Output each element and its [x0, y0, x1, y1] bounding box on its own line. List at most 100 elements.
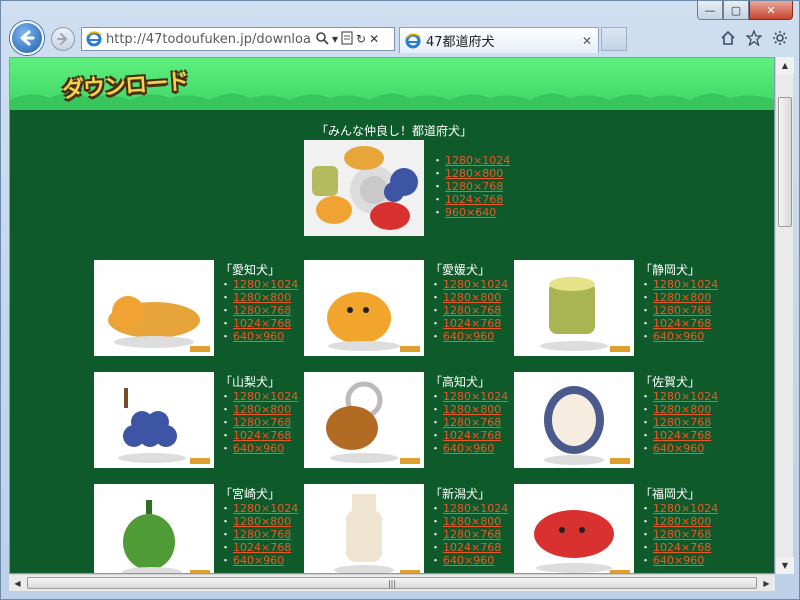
scroll-right-arrow[interactable]: ▶: [758, 575, 775, 591]
resolution-item: ・ 1280×800: [220, 515, 298, 528]
resolution-link[interactable]: 1024×768: [445, 193, 503, 206]
character-image[interactable]: [304, 260, 424, 356]
resolution-link[interactable]: 640×960: [443, 554, 494, 567]
resolution-item: ・ 1280×1024: [220, 502, 298, 515]
settings-gear-icon[interactable]: [771, 29, 789, 47]
resolution-link[interactable]: 1280×800: [443, 291, 501, 304]
resolution-link[interactable]: 1280×1024: [443, 390, 508, 403]
scroll-down-arrow[interactable]: ▼: [776, 557, 794, 574]
character-name: 「新潟犬」: [430, 487, 491, 501]
character-image[interactable]: [514, 484, 634, 573]
resolution-link[interactable]: 1280×1024: [445, 154, 510, 167]
resolution-link[interactable]: 1280×768: [653, 416, 711, 429]
dropdown-icon[interactable]: ▾: [332, 32, 338, 46]
bullet: ・: [640, 429, 651, 442]
resolution-link[interactable]: 1024×768: [443, 429, 501, 442]
address-bar[interactable]: http://47todoufuken.jp/download.h ▾ ↻ ✕: [81, 27, 395, 51]
resolution-link[interactable]: 1280×768: [233, 304, 291, 317]
bullet: ・: [220, 429, 231, 442]
resolution-link[interactable]: 640×960: [443, 330, 494, 343]
resolution-link[interactable]: 1280×768: [443, 304, 501, 317]
url-text[interactable]: http://47todoufuken.jp/download.h: [106, 32, 311, 47]
character-image[interactable]: [94, 372, 214, 468]
featured-wallpaper-image[interactable]: [304, 140, 424, 236]
resolution-link[interactable]: 1280×768: [233, 528, 291, 541]
character-image[interactable]: [514, 372, 634, 468]
back-button[interactable]: [10, 21, 44, 55]
character-image[interactable]: [514, 260, 634, 356]
resolution-link[interactable]: 1280×1024: [653, 278, 718, 291]
resolution-link[interactable]: 640×960: [653, 330, 704, 343]
minimize-button[interactable]: —: [697, 1, 723, 20]
tab-47todoufuken[interactable]: 47都道府犬 ✕: [399, 27, 599, 53]
resolution-item: ・ 1280×1024: [640, 502, 718, 515]
bullet: ・: [640, 291, 651, 304]
resolution-link[interactable]: 1280×1024: [233, 502, 298, 515]
resolution-link[interactable]: 1280×800: [443, 515, 501, 528]
resolution-link[interactable]: 1280×768: [653, 304, 711, 317]
forward-button[interactable]: [51, 27, 75, 51]
resolution-link[interactable]: 1280×800: [233, 291, 291, 304]
resolution-link[interactable]: 640×960: [443, 442, 494, 455]
search-icon[interactable]: [315, 31, 329, 48]
character-image[interactable]: [94, 484, 214, 573]
resolution-item: ・ 1280×768: [430, 304, 508, 317]
character-name: 「宮崎犬」: [220, 487, 281, 501]
character-image[interactable]: [304, 484, 424, 573]
bullet: ・: [220, 528, 231, 541]
home-icon[interactable]: [719, 29, 737, 47]
resolution-link[interactable]: 1280×768: [445, 180, 503, 193]
resolution-link[interactable]: 1280×800: [653, 515, 711, 528]
resolution-link[interactable]: 1280×1024: [653, 390, 718, 403]
toolbar-icons: [719, 29, 789, 47]
resolution-link[interactable]: 1024×768: [443, 317, 501, 330]
new-tab-button[interactable]: [601, 27, 627, 51]
resolution-link[interactable]: 1280×1024: [233, 390, 298, 403]
close-tab-icon[interactable]: ✕: [582, 34, 592, 48]
resolution-link[interactable]: 1024×768: [233, 317, 291, 330]
resolution-link[interactable]: 1280×800: [443, 403, 501, 416]
horizontal-scroll-thumb[interactable]: |||: [27, 577, 757, 589]
vertical-scrollbar[interactable]: ▲ ▼: [775, 57, 794, 574]
stop-icon[interactable]: ✕: [369, 32, 379, 46]
vertical-scroll-thumb[interactable]: [778, 97, 792, 227]
resolution-link[interactable]: 1024×768: [233, 541, 291, 554]
resolution-link[interactable]: 1280×800: [445, 167, 503, 180]
bullet: ・: [640, 502, 651, 515]
resolution-link[interactable]: 1280×800: [233, 403, 291, 416]
resolution-link[interactable]: 1024×768: [443, 541, 501, 554]
resolution-link[interactable]: 1280×1024: [443, 502, 508, 515]
page-viewport[interactable]: ダウンロード 「みんな仲良し！都道府犬」 ・ 1280×1024 ・ 1280×8: [9, 57, 775, 574]
resolution-link[interactable]: 1024×768: [233, 429, 291, 442]
resolution-link[interactable]: 1024×768: [653, 317, 711, 330]
resolution-link[interactable]: 1280×800: [653, 403, 711, 416]
resolution-link[interactable]: 1024×768: [653, 429, 711, 442]
scroll-left-arrow[interactable]: ◀: [9, 575, 26, 591]
compat-view-icon[interactable]: [341, 30, 353, 48]
resolution-link[interactable]: 640×960: [233, 554, 284, 567]
resolution-item: ・ 640×960: [640, 442, 718, 455]
resolution-link[interactable]: 1280×1024: [653, 502, 718, 515]
resolution-link[interactable]: 1280×800: [653, 291, 711, 304]
resolution-link[interactable]: 1280×1024: [233, 278, 298, 291]
resolution-link[interactable]: 640×960: [233, 330, 284, 343]
resolution-link[interactable]: 640×960: [653, 554, 704, 567]
refresh-icon[interactable]: ↻: [356, 32, 366, 46]
resolution-link[interactable]: 1024×768: [653, 541, 711, 554]
resolution-link[interactable]: 1280×768: [653, 528, 711, 541]
resolution-link[interactable]: 640×960: [653, 442, 704, 455]
resolution-link[interactable]: 960×640: [445, 206, 496, 219]
resolution-link[interactable]: 1280×800: [233, 515, 291, 528]
resolution-link[interactable]: 1280×768: [443, 416, 501, 429]
favorites-star-icon[interactable]: [745, 29, 763, 47]
maximize-button[interactable]: ▢: [723, 1, 749, 20]
scroll-up-arrow[interactable]: ▲: [776, 57, 794, 74]
horizontal-scrollbar[interactable]: ◀ ||| ▶: [9, 574, 775, 591]
resolution-link[interactable]: 1280×768: [233, 416, 291, 429]
close-window-button[interactable]: ✕: [749, 1, 793, 20]
resolution-link[interactable]: 1280×1024: [443, 278, 508, 291]
resolution-link[interactable]: 640×960: [233, 442, 284, 455]
resolution-link[interactable]: 1280×768: [443, 528, 501, 541]
character-image[interactable]: [94, 260, 214, 356]
character-image[interactable]: [304, 372, 424, 468]
